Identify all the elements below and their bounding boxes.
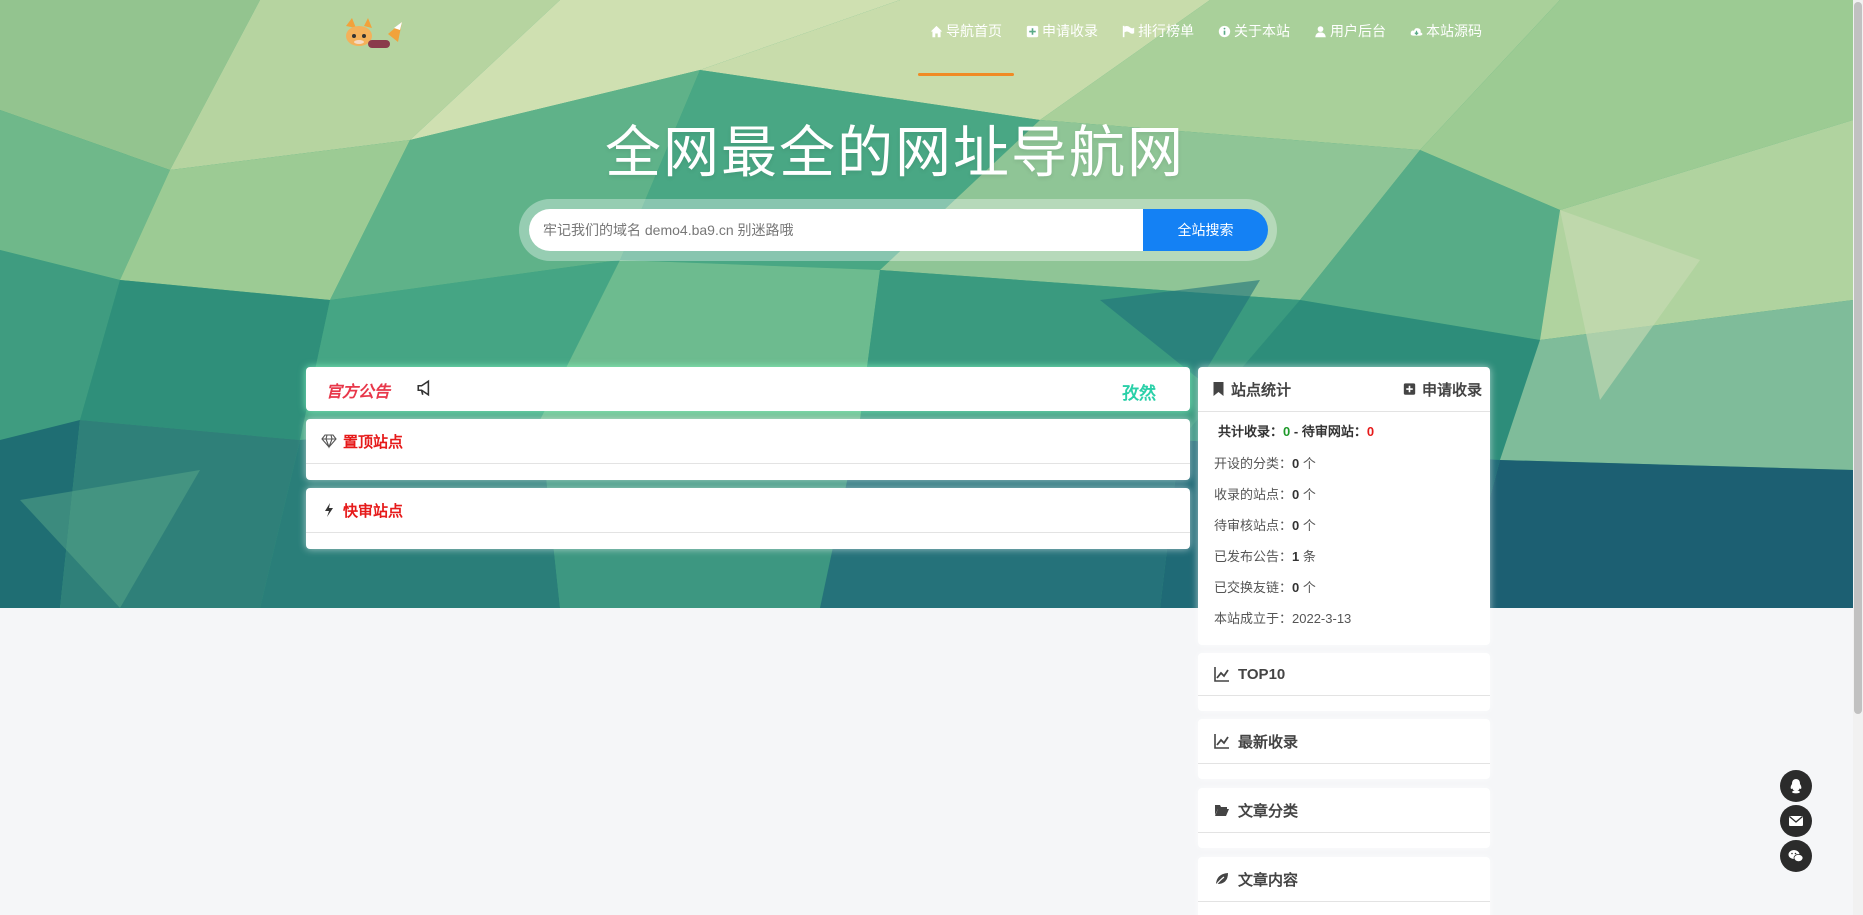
nav-apply-label: 申请收录 bbox=[1042, 23, 1098, 39]
pinned-sites-title: 置顶站点 bbox=[343, 433, 404, 451]
nav-ranking[interactable]: 排行榜单 bbox=[1110, 18, 1206, 44]
stat-label: 本站成立于： bbox=[1214, 611, 1293, 626]
stat-row: 已发布公告：1 条 bbox=[1214, 546, 1316, 565]
stat-unit: 个 bbox=[1299, 456, 1316, 471]
hero-title: 全网最全的网址导航网 bbox=[605, 121, 1185, 184]
top10-panel: TOP10 bbox=[1198, 653, 1490, 711]
nav-source[interactable]: 本站源码 bbox=[1398, 18, 1494, 44]
summary-separator: - bbox=[1290, 424, 1302, 439]
stats-summary: 共计收录：0 - 待审网站：0 bbox=[1218, 421, 1374, 440]
envelope-icon bbox=[1789, 816, 1803, 826]
plus-square-icon bbox=[1026, 25, 1039, 37]
pending-value: 0 bbox=[1366, 424, 1375, 439]
line-chart-icon bbox=[1214, 734, 1229, 749]
megaphone-icon bbox=[417, 379, 430, 397]
article-category-title: 文章分类 bbox=[1238, 802, 1299, 820]
stat-label: 收录的站点： bbox=[1214, 487, 1293, 502]
article-content-title: 文章内容 bbox=[1238, 871, 1299, 889]
qq-button[interactable] bbox=[1780, 770, 1812, 802]
stat-unit: 个 bbox=[1299, 580, 1316, 595]
line-chart-icon bbox=[1214, 667, 1229, 682]
leaf-icon bbox=[1215, 873, 1228, 886]
fast-review-header: 快审站点 bbox=[306, 488, 1190, 533]
latest-header[interactable]: 最新收录 bbox=[1198, 719, 1490, 764]
stats-apply-link[interactable]: 申请收录 bbox=[1403, 379, 1482, 400]
stat-label: 待审核站点： bbox=[1214, 518, 1293, 533]
nav-user[interactable]: 用户后台 bbox=[1302, 18, 1398, 44]
latest-panel: 最新收录 bbox=[1198, 719, 1490, 779]
stat-label: 开设的分类： bbox=[1214, 456, 1293, 471]
scrollbar-thumb[interactable] bbox=[1854, 2, 1862, 714]
home-icon bbox=[930, 25, 943, 37]
stat-row: 已交换友链：0 个 bbox=[1214, 577, 1316, 596]
bolt-icon bbox=[325, 503, 333, 517]
search-bar: 全站搜索 bbox=[519, 199, 1277, 261]
stat-row: 待审核站点：0 个 bbox=[1214, 515, 1316, 534]
stat-unit: 个 bbox=[1299, 518, 1316, 533]
search-input[interactable] bbox=[529, 209, 1149, 251]
stat-label: 已发布公告： bbox=[1214, 549, 1293, 564]
pending-label: 待审网站： bbox=[1301, 424, 1367, 439]
stat-unit: 个 bbox=[1299, 487, 1316, 502]
site-stats-panel: 站点统计 申请收录 共计收录：0 - 待审网站：0 开设的分类：0 个 收录的站… bbox=[1198, 367, 1490, 645]
flag-icon bbox=[1122, 25, 1135, 37]
top10-header[interactable]: TOP10 bbox=[1198, 653, 1490, 696]
article-content-header[interactable]: 文章内容 bbox=[1198, 857, 1490, 902]
stat-label: 已交换友链： bbox=[1214, 580, 1293, 595]
cloud-download-icon bbox=[1410, 27, 1423, 36]
user-icon bbox=[1315, 25, 1326, 37]
diamond-icon bbox=[321, 434, 337, 449]
article-content-panel: 文章内容 bbox=[1198, 857, 1490, 915]
stat-row: 开设的分类：0 个 bbox=[1214, 453, 1316, 472]
wechat-icon bbox=[1788, 850, 1804, 862]
nav-home-label: 导航首页 bbox=[946, 23, 1002, 39]
nav-source-label: 本站源码 bbox=[1426, 23, 1482, 39]
nav-apply[interactable]: 申请收录 bbox=[1014, 18, 1110, 44]
info-circle-icon bbox=[1218, 25, 1231, 37]
stat-value: 2022-3-13 bbox=[1292, 611, 1352, 626]
nav-user-label: 用户后台 bbox=[1330, 23, 1386, 39]
main-nav: 导航首页 申请收录 排行榜单 关于本站 用户后台 本站源码 bbox=[918, 18, 1494, 76]
pinned-sites-panel: 置顶站点 bbox=[306, 419, 1190, 480]
wechat-button[interactable] bbox=[1780, 840, 1812, 872]
nav-home[interactable]: 导航首页 bbox=[918, 18, 1014, 76]
nav-ranking-label: 排行榜单 bbox=[1138, 23, 1194, 39]
notice-bar: 官方公告 孜然 bbox=[306, 367, 1190, 411]
stats-apply-label: 申请收录 bbox=[1421, 381, 1482, 399]
site-stats-header: 站点统计 申请收录 bbox=[1198, 367, 1490, 412]
top10-title: TOP10 bbox=[1238, 665, 1286, 683]
email-button[interactable] bbox=[1780, 805, 1812, 837]
stat-unit: 条 bbox=[1299, 549, 1316, 564]
stat-row: 收录的站点：0 个 bbox=[1214, 484, 1316, 503]
folder-open-icon bbox=[1215, 805, 1229, 816]
article-category-header[interactable]: 文章分类 bbox=[1198, 788, 1490, 833]
pinned-sites-header: 置顶站点 bbox=[306, 419, 1190, 464]
article-category-panel: 文章分类 bbox=[1198, 788, 1490, 848]
fast-review-title: 快审站点 bbox=[343, 502, 404, 520]
plus-square-icon bbox=[1403, 383, 1416, 395]
search-button[interactable]: 全站搜索 bbox=[1143, 209, 1268, 251]
site-stats-title: 站点统计 bbox=[1231, 381, 1292, 399]
qq-icon bbox=[1790, 779, 1802, 794]
site-logo[interactable] bbox=[342, 16, 404, 52]
nav-about-label: 关于本站 bbox=[1234, 23, 1290, 39]
notice-label: 官方公告 bbox=[326, 384, 391, 401]
page-scrollbar[interactable] bbox=[1853, 0, 1863, 915]
notice-scroll-text[interactable]: 孜然 bbox=[1122, 379, 1182, 404]
fast-review-panel: 快审站点 bbox=[306, 488, 1190, 549]
nav-about[interactable]: 关于本站 bbox=[1206, 18, 1302, 44]
bookmark-icon bbox=[1213, 382, 1224, 396]
total-label: 共计收录： bbox=[1218, 424, 1284, 439]
latest-title: 最新收录 bbox=[1238, 733, 1299, 751]
stat-row: 本站成立于：2022-3-13 bbox=[1214, 608, 1351, 627]
